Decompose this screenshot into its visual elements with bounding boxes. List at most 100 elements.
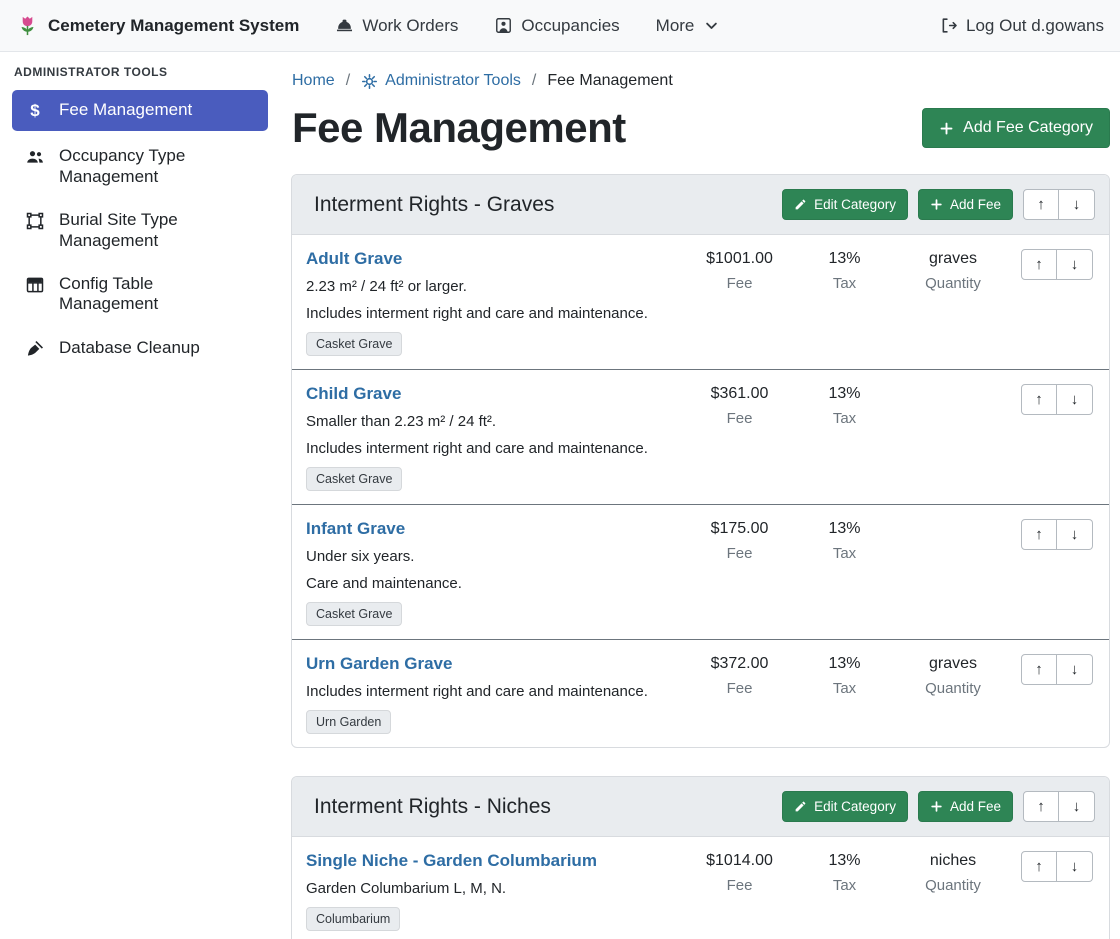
app-title: Cemetery Management System — [48, 16, 299, 36]
sidebar-item-label: Fee Management — [59, 100, 192, 120]
move-fee-down-button[interactable]: ↓ — [1057, 249, 1093, 280]
add-fee-label: Add Fee — [950, 197, 1001, 212]
move-fee-down-button[interactable]: ↓ — [1057, 654, 1093, 685]
sidebar: ADMINISTRATOR TOOLS $ Fee Management Occ… — [0, 52, 280, 939]
fee-tax-label: Tax — [792, 275, 897, 292]
up-arrow-icon: ↑ — [1035, 256, 1043, 273]
fee-list: Single Niche - Garden Columbarium Garden… — [292, 837, 1109, 939]
add-fee-category-label: Add Fee Category — [963, 119, 1093, 137]
pencil-icon — [794, 198, 807, 211]
breadcrumb-admin-tools-link[interactable]: Administrator Tools — [361, 72, 521, 90]
fee-name-link[interactable]: Urn Garden Grave — [306, 654, 452, 674]
add-fee-category-button[interactable]: Add Fee Category — [922, 108, 1110, 148]
move-fee-up-button[interactable]: ↑ — [1021, 654, 1057, 685]
page-title: Fee Management — [292, 104, 626, 152]
edit-category-button[interactable]: Edit Category — [782, 791, 908, 822]
move-category-up-button[interactable]: ↑ — [1023, 791, 1059, 822]
sidebar-item-database-cleanup[interactable]: Database Cleanup — [12, 330, 268, 367]
fee-tax-value: 13% — [792, 852, 897, 870]
pencil-icon — [794, 800, 807, 813]
move-fee-up-button[interactable]: ↑ — [1021, 384, 1057, 415]
fee-name-link[interactable]: Adult Grave — [306, 249, 402, 269]
sidebar-item-label: Database Cleanup — [59, 338, 200, 358]
move-category-up-button[interactable]: ↑ — [1023, 189, 1059, 220]
nav-occupancies-label: Occupancies — [521, 16, 619, 36]
fee-tax-col: 13% Tax — [792, 249, 897, 292]
breadcrumb-separator: / — [532, 72, 536, 90]
nav-occupancies[interactable]: Occupancies — [494, 16, 619, 36]
fee-category-card: Interment Rights - Niches Edit Category … — [291, 776, 1110, 939]
app-brand[interactable]: Cemetery Management System — [16, 14, 299, 37]
down-arrow-icon: ↓ — [1071, 661, 1079, 678]
fee-tax-value: 13% — [792, 250, 897, 268]
sidebar-item-occupancy-type-management[interactable]: Occupancy Type Management — [12, 138, 268, 195]
breadcrumb-current: Fee Management — [547, 72, 672, 90]
fee-badge: Urn Garden — [306, 710, 391, 734]
hard-hat-icon — [335, 16, 354, 35]
fee-amount-col: $1014.00 Fee — [687, 851, 792, 894]
broom-icon — [24, 339, 46, 359]
plus-icon — [930, 800, 943, 813]
fee-amount: $1014.00 — [687, 852, 792, 870]
sidebar-heading: ADMINISTRATOR TOOLS — [14, 65, 268, 79]
nav-work-orders[interactable]: Work Orders — [335, 16, 458, 36]
move-fee-up-button[interactable]: ↑ — [1021, 249, 1057, 280]
fee-badge: Columbarium — [306, 907, 400, 931]
category-reorder-group: ↑ ↓ — [1023, 189, 1095, 220]
fee-name-link[interactable]: Infant Grave — [306, 519, 405, 539]
category-title: Interment Rights - Niches — [314, 795, 551, 819]
sidebar-item-fee-management[interactable]: $ Fee Management — [12, 90, 268, 131]
occupancy-icon — [494, 16, 513, 35]
gear-icon — [361, 73, 378, 90]
fee-tax-value: 13% — [792, 385, 897, 403]
fee-amount-col: $1001.00 Fee — [687, 249, 792, 292]
fee-amount-label: Fee — [687, 680, 792, 697]
fee-quantity-label: Quantity — [897, 877, 1009, 894]
move-fee-down-button[interactable]: ↓ — [1057, 384, 1093, 415]
fee-name-link[interactable]: Child Grave — [306, 384, 401, 404]
table-icon — [24, 275, 46, 295]
tulip-logo-icon — [16, 14, 39, 37]
move-fee-up-button[interactable]: ↑ — [1021, 851, 1057, 882]
top-navbar: Cemetery Management System Work Orders O… — [0, 0, 1120, 52]
move-fee-down-button[interactable]: ↓ — [1057, 851, 1093, 882]
main-content: Home / Administrator Tools / Fee Managem… — [280, 52, 1120, 939]
fee-badge: Casket Grave — [306, 602, 402, 626]
move-fee-up-button[interactable]: ↑ — [1021, 519, 1057, 550]
sidebar-item-config-table-management[interactable]: Config Table Management — [12, 266, 268, 323]
fee-quantity-label: Quantity — [897, 680, 1009, 697]
down-arrow-icon: ↓ — [1071, 858, 1079, 875]
move-fee-down-button[interactable]: ↓ — [1057, 519, 1093, 550]
fee-reorder-group: ↑ ↓ — [1021, 654, 1093, 685]
fee-reorder-group: ↑ ↓ — [1021, 249, 1093, 280]
fee-quantity-label: Quantity — [897, 275, 1009, 292]
down-arrow-icon: ↓ — [1073, 196, 1081, 213]
fee-reorder-group: ↑ ↓ — [1021, 851, 1093, 882]
edit-category-label: Edit Category — [814, 197, 896, 212]
fee-amount-label: Fee — [687, 545, 792, 562]
up-arrow-icon: ↑ — [1035, 858, 1043, 875]
add-fee-button[interactable]: Add Fee — [918, 189, 1013, 220]
nav-more[interactable]: More — [656, 16, 720, 36]
fee-category-card: Interment Rights - Graves Edit Category … — [291, 174, 1110, 748]
fee-row: Adult Grave 2.23 m² / 24 ft² or larger. … — [292, 235, 1109, 369]
category-header: Interment Rights - Graves Edit Category … — [292, 175, 1109, 235]
fee-row: Infant Grave Under six years. Care and m… — [292, 504, 1109, 639]
fee-amount-col: $372.00 Fee — [687, 654, 792, 697]
edit-category-button[interactable]: Edit Category — [782, 189, 908, 220]
chevron-down-icon — [704, 18, 719, 33]
categories: Interment Rights - Graves Edit Category … — [291, 174, 1110, 939]
fee-name-link[interactable]: Single Niche - Garden Columbarium — [306, 851, 597, 871]
fee-reorder-group: ↑ ↓ — [1021, 519, 1093, 550]
move-category-down-button[interactable]: ↓ — [1059, 791, 1095, 822]
add-fee-button[interactable]: Add Fee — [918, 791, 1013, 822]
sidebar-item-burial-site-type-management[interactable]: Burial Site Type Management — [12, 202, 268, 259]
fee-tax-label: Tax — [792, 410, 897, 427]
logout-link[interactable]: Log Out d.gowans — [939, 16, 1104, 36]
move-category-down-button[interactable]: ↓ — [1059, 189, 1095, 220]
fee-desc-1: Smaller than 2.23 m² / 24 ft². — [306, 413, 679, 430]
fee-desc-2: Care and maintenance. — [306, 575, 679, 592]
sidebar-item-label: Burial Site Type Management — [59, 210, 256, 251]
fee-row: Child Grave Smaller than 2.23 m² / 24 ft… — [292, 369, 1109, 504]
breadcrumb-home-link[interactable]: Home — [292, 72, 335, 90]
